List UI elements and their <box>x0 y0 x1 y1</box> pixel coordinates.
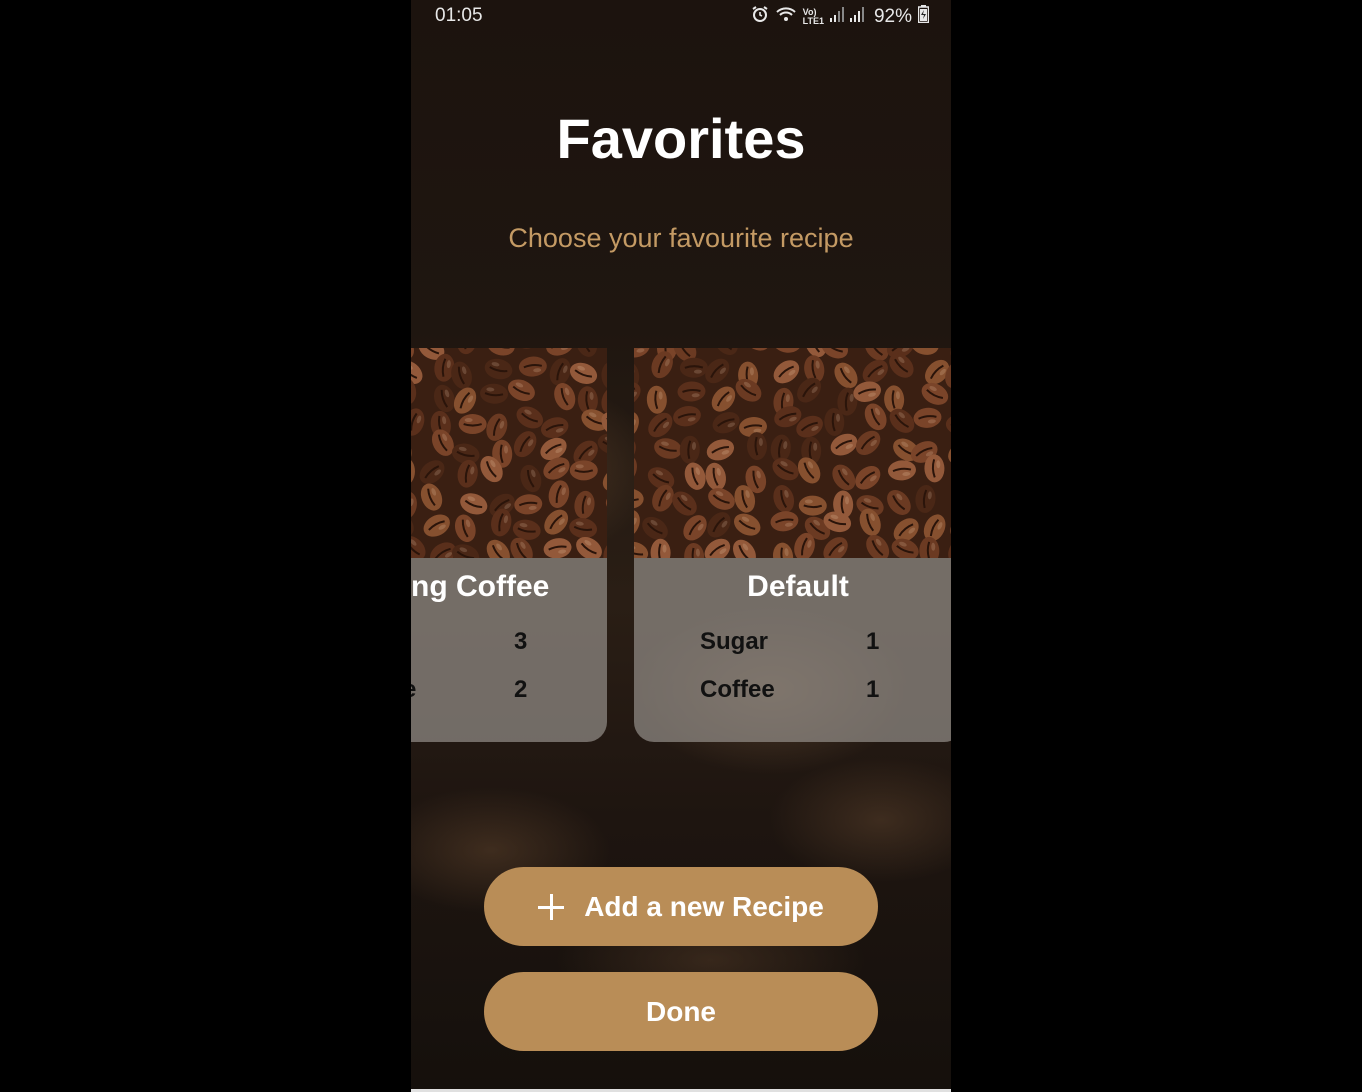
ingredient-value: 1 <box>866 628 880 655</box>
recipe-title: ng Coffee <box>411 570 550 603</box>
done-label: Done <box>646 995 716 1027</box>
volte-lte-icon: Vo) LTE1 <box>803 8 824 26</box>
ingredient-row: 3 <box>411 628 607 664</box>
ingredient-value: 3 <box>514 628 528 655</box>
page-subtitle: Choose your favourite recipe <box>508 223 854 253</box>
wifi-icon <box>775 5 797 29</box>
ingredient-label: Sugar <box>700 628 769 655</box>
ingredient-value: 1 <box>866 676 880 703</box>
lte-label: LTE1 <box>802 16 824 26</box>
status-icons: Vo) LTE1 92% <box>751 5 930 29</box>
done-button[interactable]: Done <box>484 972 878 1051</box>
app-screen: 01:05 Vo) LTE1 92% Favorites Choose your… <box>411 0 951 1092</box>
ingredient-label: Coffee <box>700 676 775 703</box>
battery-icon <box>917 5 930 29</box>
ingredient-row: Coffee 1 <box>634 676 951 712</box>
add-recipe-label: Add a new Recipe <box>584 890 824 922</box>
ingredient-row: Sugar 1 <box>634 628 951 664</box>
signal-icon <box>829 6 844 28</box>
recipe-card[interactable]: Default Sugar 1 Coffee 1 <box>634 348 951 742</box>
signal-icon <box>849 6 864 28</box>
add-recipe-button[interactable]: Add a new Recipe <box>484 867 878 946</box>
coffee-beans-image <box>411 348 607 558</box>
recipe-title: Default <box>747 570 849 603</box>
ingredient-row: e 2 <box>411 676 607 712</box>
alarm-icon <box>751 5 769 29</box>
coffee-beans-image <box>634 348 951 558</box>
page-title: Favorites <box>556 107 806 170</box>
recipe-card[interactable]: ng Coffee 3 e 2 <box>411 348 607 742</box>
battery-percent: 92% <box>873 6 912 27</box>
status-bar: 01:05 Vo) LTE1 92% <box>411 0 951 34</box>
ingredient-label: e <box>411 676 416 704</box>
status-time: 01:05 <box>435 5 483 26</box>
plus-icon <box>538 893 565 920</box>
ingredient-value: 2 <box>514 676 528 703</box>
